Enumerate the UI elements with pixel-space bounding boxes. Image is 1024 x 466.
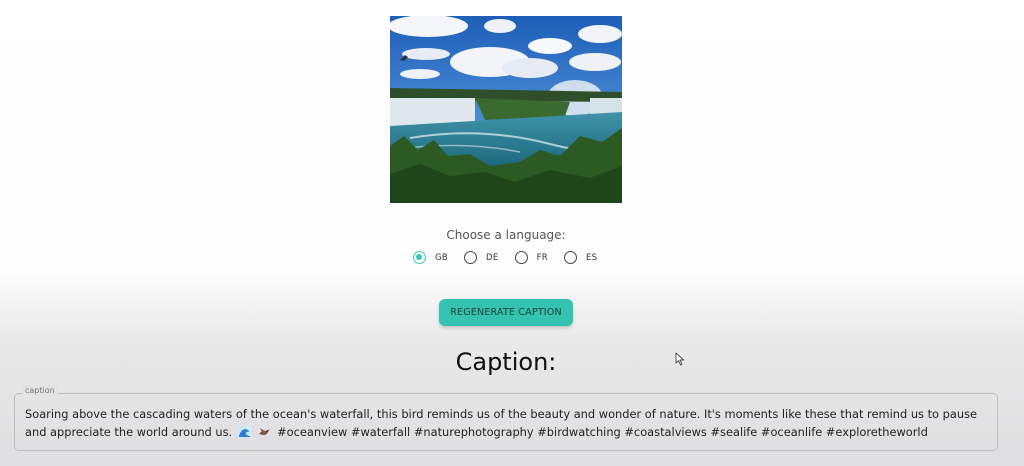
radio-button[interactable] — [464, 251, 478, 264]
language-option-de[interactable]: DE — [464, 251, 499, 264]
language-option-label: DE — [486, 252, 499, 263]
caption-heading: Caption: — [455, 348, 557, 376]
language-option-gb[interactable]: GB — [413, 251, 448, 264]
regenerate-caption-button[interactable]: REGENERATE CAPTION — [439, 299, 573, 326]
caption-hashtags: #oceanview #waterfall #naturephotography… — [277, 425, 928, 439]
language-option-fr[interactable]: FR — [514, 251, 548, 264]
language-option-label: FR — [536, 252, 548, 263]
language-option-label: ES — [585, 252, 598, 263]
language-option-es[interactable]: ES — [563, 251, 598, 264]
mouse-cursor-icon — [675, 352, 685, 366]
uploaded-photo — [390, 16, 622, 203]
language-radio-group: GB DE FR ES — [413, 251, 597, 264]
caption-text: Soaring above the cascading waters of th… — [25, 405, 983, 443]
bird-emoji-icon — [258, 425, 271, 443]
language-option-label: GB — [435, 252, 449, 263]
language-prompt: Choose a language: — [446, 228, 566, 242]
wave-emoji-icon — [237, 425, 251, 443]
radio-button[interactable] — [563, 251, 577, 264]
caption-textfield[interactable]: caption Soaring above the cascading wate… — [14, 386, 998, 451]
radio-button-selected[interactable] — [413, 251, 426, 264]
radio-button[interactable] — [514, 251, 528, 264]
caption-field-label: caption — [22, 386, 58, 395]
